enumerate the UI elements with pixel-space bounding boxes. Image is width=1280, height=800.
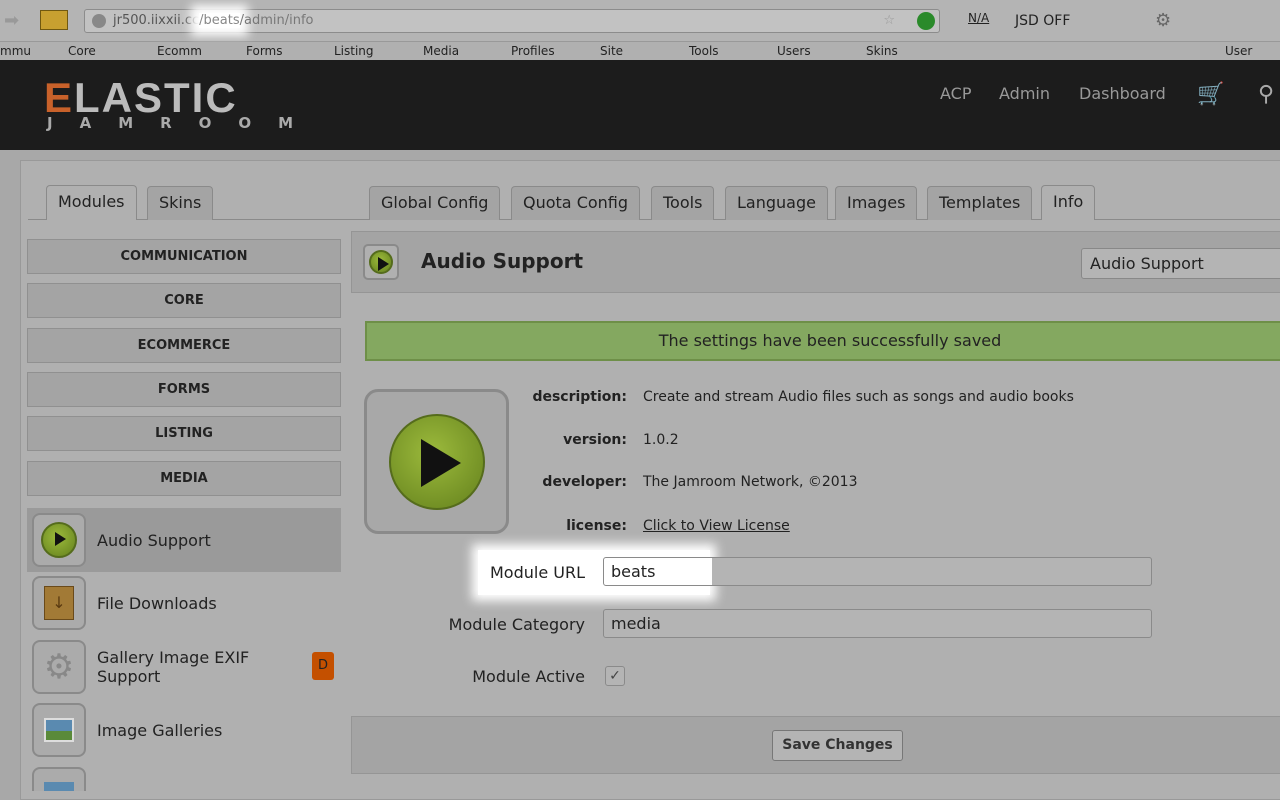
jsd-toggle[interactable]: JSD OFF (1015, 13, 1070, 29)
download-box-icon: ↓ (32, 576, 86, 630)
module-item-gallery-exif[interactable]: ⚙ Gallery Image EXIF Support D (27, 635, 341, 699)
module-active-checkbox[interactable]: ✓ (605, 666, 625, 686)
bookmark[interactable]: Site (600, 44, 623, 58)
bookmarks-bar: mmu Core Ecomm Forms Listing Media Profi… (0, 42, 1280, 60)
gear-image-icon: ⚙ (32, 640, 86, 694)
category-core[interactable]: CORE (27, 283, 341, 318)
module-select[interactable]: Audio Support (1081, 248, 1280, 279)
module-label: File Downloads (97, 593, 217, 613)
info-value: The Jamroom Network, ©2013 (643, 474, 858, 490)
bookmark[interactable]: Media (423, 44, 459, 58)
bookmark[interactable]: User (1225, 44, 1252, 58)
reload-icon[interactable] (917, 12, 935, 30)
bookmark[interactable]: Profiles (511, 44, 555, 58)
success-message: The settings have been successfully save… (365, 321, 1280, 361)
module-category-label: Module Category (448, 615, 585, 634)
nav-admin[interactable]: Admin (999, 84, 1050, 103)
module-icon (363, 244, 399, 280)
module-item-image-galleries[interactable]: Image Galleries (27, 698, 341, 762)
info-key: license: (566, 518, 627, 534)
tab-skins[interactable]: Skins (147, 186, 214, 220)
info-value: 1.0.2 (643, 432, 679, 448)
url-host: jr500.iixxii.cc (113, 13, 200, 28)
info-key: developer: (542, 474, 627, 490)
module-item-image-support[interactable]: Image Support (27, 762, 341, 791)
logo-subtitle: JAMROOM (47, 114, 321, 132)
star-icon[interactable]: ☆ (883, 10, 895, 32)
category-ecommerce[interactable]: ECOMMERCE (27, 328, 341, 363)
bookmark[interactable]: Tools (689, 44, 719, 58)
search-icon[interactable]: ⚲ (1258, 82, 1274, 107)
module-label: Image Support (97, 766, 297, 792)
module-item-file-downloads[interactable]: ↓ File Downloads (27, 571, 341, 635)
tab-info[interactable]: Info (1041, 185, 1096, 220)
url-path: /admin/info (239, 13, 314, 28)
gear-icon[interactable]: ⚙ (1155, 10, 1171, 31)
module-item-audio-support[interactable]: Audio Support (27, 508, 341, 572)
bookmark[interactable]: Forms (246, 44, 282, 58)
module-large-icon (364, 389, 509, 534)
save-changes-button[interactable]: Save Changes (772, 730, 903, 761)
tab-templates[interactable]: Templates (927, 186, 1033, 220)
bookmark[interactable]: mmu (0, 44, 31, 58)
cart-icon[interactable]: 🛒 (1197, 82, 1224, 107)
browser-toolbar: ➡ jr500.iixxii.cc/beats/admin/info ☆ N/A… (0, 0, 1280, 42)
form-footer: Save Changes (351, 716, 1280, 774)
image-icon (32, 767, 86, 791)
info-key: version: (563, 432, 627, 448)
module-header: Audio Support Audio Support (351, 231, 1280, 293)
tab-images[interactable]: Images (835, 186, 918, 220)
play-icon (32, 513, 86, 567)
url-bar[interactable]: jr500.iixxii.cc/beats/admin/info ☆ (84, 9, 940, 33)
url-path-highlight: /beats (199, 13, 240, 28)
tab-tools[interactable]: Tools (651, 186, 715, 220)
module-label: Image Galleries (97, 720, 223, 740)
info-value: Create and stream Audio files such as so… (643, 389, 1074, 405)
gallery-icon (32, 703, 86, 757)
bookmark[interactable]: Ecomm (157, 44, 202, 58)
developer-badge: D (312, 652, 334, 680)
module-label: Gallery Image EXIF Support (97, 648, 250, 686)
tab-modules[interactable]: Modules (46, 185, 137, 220)
bookmark[interactable]: Skins (866, 44, 898, 58)
nav-acp[interactable]: ACP (940, 84, 971, 103)
tab-language[interactable]: Language (725, 186, 828, 220)
module-label: Audio Support (97, 530, 211, 550)
module-url-label: Module URL (489, 563, 585, 582)
site-header: ELASTIC (0, 60, 1280, 150)
bookmark[interactable]: Users (777, 44, 811, 58)
input-dim-right (712, 557, 1152, 586)
info-key: description: (532, 389, 627, 405)
category-communication[interactable]: COMMUNICATION (27, 239, 341, 274)
category-forms[interactable]: FORMS (27, 372, 341, 407)
tab-global-config[interactable]: Global Config (369, 186, 501, 220)
module-title: Audio Support (421, 249, 584, 273)
globe-icon (92, 14, 106, 28)
module-active-label: Module Active (472, 667, 585, 686)
category-media[interactable]: MEDIA (27, 461, 341, 496)
bookmark[interactable]: Listing (334, 44, 374, 58)
extension-icon[interactable] (40, 10, 68, 30)
na-indicator: N/A (968, 11, 990, 25)
forward-icon[interactable]: ➡ (4, 10, 19, 31)
license-link[interactable]: Click to View License (643, 518, 790, 534)
tab-quota-config[interactable]: Quota Config (511, 186, 641, 220)
category-listing[interactable]: LISTING (27, 416, 341, 451)
nav-dashboard[interactable]: Dashboard (1079, 84, 1166, 103)
bookmark[interactable]: Core (68, 44, 96, 58)
module-category-input[interactable]: media (603, 609, 1152, 638)
